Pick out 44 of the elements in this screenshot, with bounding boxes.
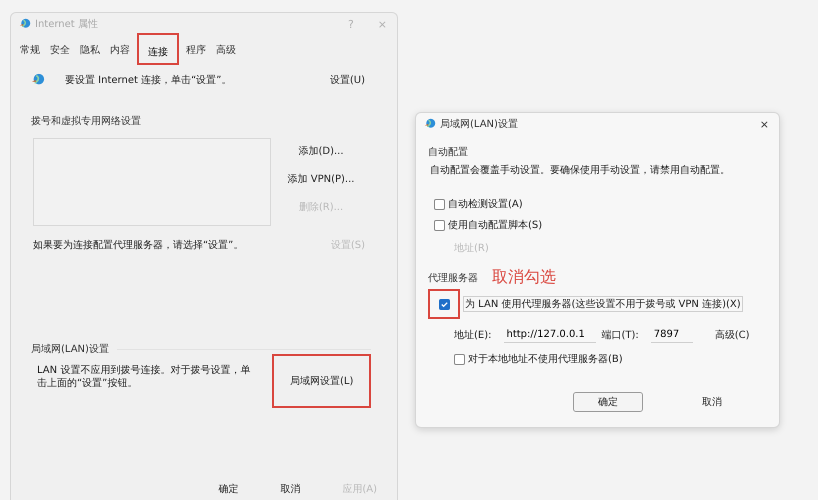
hint-text: 如果要为连接配置代理服务器，请选择“设置”。 xyxy=(33,238,244,252)
close-button[interactable]: × xyxy=(760,118,769,130)
field-label: 地址(E): xyxy=(454,328,492,342)
port-field[interactable]: 7897 xyxy=(650,327,693,343)
dialup-button[interactable]: 添加(D)... xyxy=(292,142,350,160)
tab[interactable]: 高级 xyxy=(211,41,241,59)
setup-button[interactable]: 设置(U) xyxy=(324,71,371,89)
checkbox-label[interactable]: 为 LAN 使用代理服务器(这些设置不用于拨号或 VPN 连接)(X) xyxy=(463,296,743,312)
annotation-text: 取消勾选 xyxy=(492,267,556,288)
section-heading: 自动配置 xyxy=(428,146,469,159)
setup-text: 要设置 Internet 连接，单击“设置”。 xyxy=(65,74,232,87)
dialog-title: 局域网(LAN)设置 xyxy=(440,118,518,131)
checkbox[interactable] xyxy=(438,298,450,310)
checkbox[interactable] xyxy=(454,354,465,364)
checkbox[interactable] xyxy=(434,198,445,210)
lan-settings-button[interactable]: 局域网设置(L) xyxy=(282,372,362,390)
tab[interactable]: 程序 xyxy=(181,41,211,59)
section-heading: 代理服务器 xyxy=(428,272,478,284)
section-heading: 拨号和虚拟专用网络设置 xyxy=(31,114,142,128)
tab[interactable]: 连接 xyxy=(143,43,173,61)
dialog-button[interactable]: 确定 xyxy=(573,392,643,412)
dialog-button[interactable]: 确定 xyxy=(212,480,244,498)
checkbox-label[interactable]: 使用自动配置脚本(S) xyxy=(448,218,542,232)
description-text: 自动配置会覆盖手动设置。要确保使用手动设置，请禁用自动配置。 xyxy=(430,164,731,177)
advanced-button[interactable]: 高级(C) xyxy=(708,326,756,344)
window-title: Internet 属性 xyxy=(35,18,98,31)
field-label: 端口(T): xyxy=(602,328,639,342)
globe-icon xyxy=(424,118,436,130)
globe-icon xyxy=(31,73,45,87)
section-heading: 局域网(LAN)设置 xyxy=(31,342,109,356)
tab[interactable]: 安全 xyxy=(45,41,75,59)
tab[interactable]: 内容 xyxy=(105,41,135,59)
dialog-button[interactable]: 取消 xyxy=(677,392,747,412)
checkbox-label[interactable]: 自动检测设置(A) xyxy=(448,197,523,211)
lan-description: LAN 设置不应用到拨号连接。对于拨号设置，单击上面的“设置”按钮。 xyxy=(36,364,252,390)
globe-icon xyxy=(19,18,31,30)
checkbox-label[interactable]: 对于本地地址不使用代理服务器(B) xyxy=(468,352,623,366)
address-field[interactable]: http://127.0.0.1 xyxy=(504,327,596,343)
checkbox[interactable] xyxy=(434,220,445,230)
dialog-button[interactable]: 取消 xyxy=(274,480,306,498)
tab[interactable]: 隐私 xyxy=(75,41,105,59)
field-label: 地址(R) xyxy=(454,242,490,255)
tab[interactable]: 常规 xyxy=(15,41,45,59)
dialup-button[interactable]: 添加 VPN(P)... xyxy=(282,170,360,188)
